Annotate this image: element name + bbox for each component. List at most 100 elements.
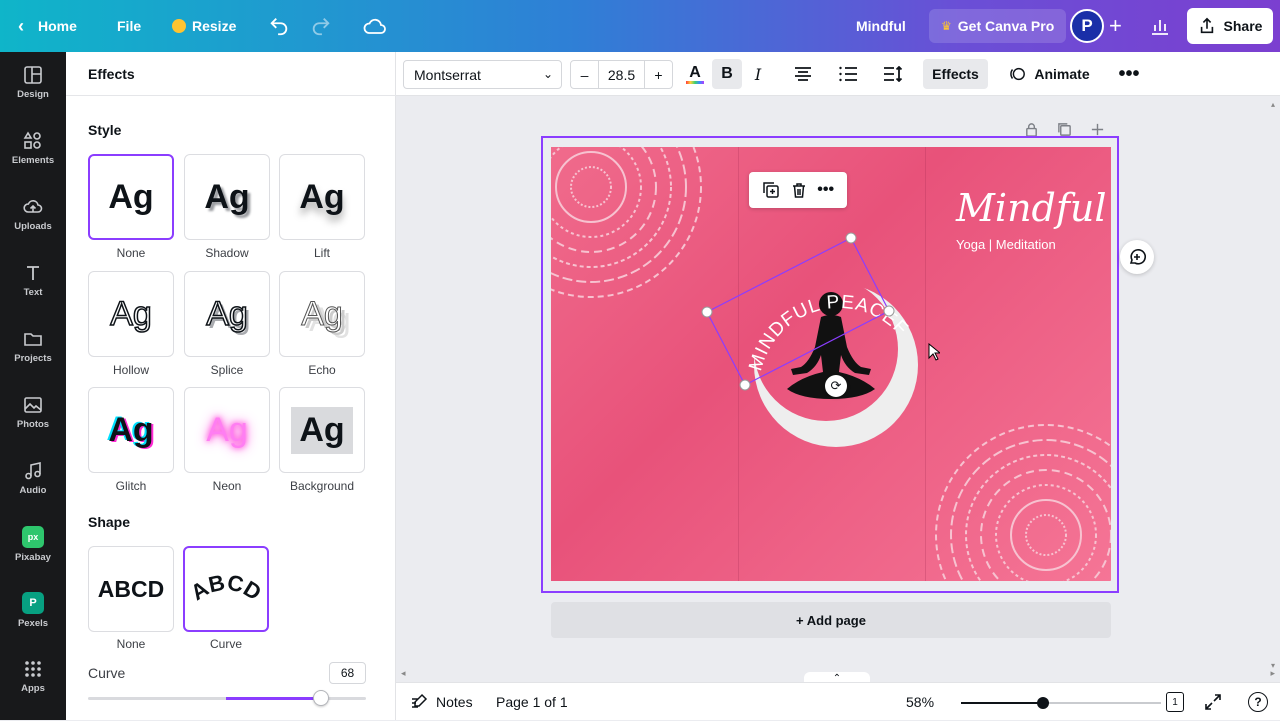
trash-icon[interactable] xyxy=(790,181,808,199)
rail-item-pixabay[interactable]: px Pixabay xyxy=(0,514,66,574)
animate-button[interactable]: Animate xyxy=(1006,59,1092,89)
notes-button[interactable]: Notes xyxy=(410,683,473,721)
get-pro-button[interactable]: ♛ Get Canva Pro xyxy=(929,9,1067,43)
style-neon-tile[interactable]: Ag xyxy=(184,387,270,473)
crown-icon xyxy=(172,19,186,33)
rail-item-text[interactable]: Text xyxy=(0,250,66,310)
fullscreen-icon[interactable] xyxy=(1204,683,1222,721)
cloud-save-icon[interactable] xyxy=(363,0,387,52)
rail-label: Design xyxy=(17,88,49,100)
bold-button[interactable]: B xyxy=(712,59,742,89)
rotate-handle-icon[interactable]: ⟳ xyxy=(825,375,847,397)
style-echo-tile[interactable]: Ag xyxy=(279,271,365,357)
style-sample: Ag xyxy=(204,177,250,216)
font-size-input[interactable]: 28.5 xyxy=(599,61,644,88)
rail-label: Pexels xyxy=(17,617,49,629)
text-selection-box[interactable] xyxy=(700,230,900,395)
shape-label: Curve xyxy=(209,637,242,651)
resize-button[interactable]: Resize xyxy=(172,0,236,52)
file-menu[interactable]: File xyxy=(117,0,141,52)
mandala-top-left[interactable] xyxy=(551,147,711,307)
style-background-tile[interactable]: Ag xyxy=(279,387,365,473)
animate-icon xyxy=(1010,67,1026,81)
document-title[interactable]: Mindful xyxy=(856,0,906,52)
pexels-icon: P xyxy=(22,591,44,614)
undo-icon[interactable] xyxy=(268,0,290,52)
add-people-icon[interactable]: + xyxy=(1109,0,1122,52)
rail-item-apps[interactable]: Apps xyxy=(0,646,66,706)
more-icon[interactable]: ••• xyxy=(817,181,834,199)
rail-item-pexels[interactable]: P Pexels xyxy=(0,580,66,640)
image-icon xyxy=(24,396,42,413)
effects-panel: Effects Style Ag None Ag Shadow Ag Lift … xyxy=(66,52,396,720)
resize-label: Resize xyxy=(192,18,237,34)
shape-section-title: Shape xyxy=(88,514,131,530)
side-rail: Design Elements Uploads Text Projects Ph… xyxy=(0,52,66,720)
home-button[interactable]: ‹ Home xyxy=(18,0,77,52)
curve-slider-thumb[interactable] xyxy=(313,690,329,706)
text-color-button[interactable]: A xyxy=(682,59,708,89)
style-label: Hollow xyxy=(112,363,149,377)
style-none-tile[interactable]: Ag xyxy=(88,154,174,240)
vertical-scrollbar[interactable]: ▴ ▾ xyxy=(1271,100,1280,670)
add-page-icon[interactable] xyxy=(1090,122,1105,137)
italic-button[interactable]: I xyxy=(746,59,770,89)
rail-item-elements[interactable]: Elements xyxy=(0,118,66,178)
style-glitch-tile[interactable]: Ag xyxy=(88,387,174,473)
increase-font-size-button[interactable]: + xyxy=(644,61,672,88)
duplicate-icon[interactable] xyxy=(762,181,780,199)
style-splice-tile[interactable]: Ag xyxy=(184,271,270,357)
text-toolbar: Montserrat ⌄ – 28.5 + A B I Effects Anim… xyxy=(396,52,1280,96)
list-icon[interactable] xyxy=(835,59,861,89)
align-center-icon[interactable] xyxy=(790,59,816,89)
get-pro-label: Get Canva Pro xyxy=(957,18,1055,34)
mandala-bottom-right[interactable] xyxy=(926,415,1111,581)
help-button[interactable]: ? xyxy=(1248,683,1268,721)
canvas-title-text[interactable]: Mindful xyxy=(956,186,1107,230)
add-page-button[interactable]: + Add page xyxy=(551,602,1111,638)
zoom-slider-thumb[interactable] xyxy=(1037,697,1049,709)
resize-handle xyxy=(701,306,713,318)
rail-label: Pixabay xyxy=(15,551,51,563)
comment-add-icon xyxy=(1129,249,1146,265)
decrease-font-size-button[interactable]: – xyxy=(571,61,599,88)
style-sample: Ag xyxy=(206,410,248,449)
style-section-title: Style xyxy=(88,122,122,138)
effects-button[interactable]: Effects xyxy=(923,59,988,89)
rail-item-photos[interactable]: Photos xyxy=(0,382,66,442)
style-sample: Ag xyxy=(299,177,345,216)
notes-label: Notes xyxy=(436,694,473,710)
page-indicator[interactable]: Page 1 of 1 xyxy=(496,683,568,721)
page-grid-button[interactable]: 1 xyxy=(1166,683,1184,721)
style-sample: Ag xyxy=(205,294,248,334)
style-label: Shadow xyxy=(205,246,249,260)
rail-item-projects[interactable]: Projects xyxy=(0,316,66,376)
more-options-icon[interactable]: ••• xyxy=(1114,59,1144,89)
rail-item-design[interactable]: Design xyxy=(0,52,66,112)
share-icon xyxy=(1200,17,1213,34)
apps-grid-icon xyxy=(25,660,41,677)
duplicate-page-icon[interactable] xyxy=(1057,122,1072,137)
font-family-select[interactable]: Montserrat ⌄ xyxy=(403,60,562,89)
insights-icon[interactable] xyxy=(1150,0,1170,52)
style-shadow-tile[interactable]: Ag xyxy=(184,154,270,240)
lock-icon[interactable] xyxy=(1024,122,1039,137)
rail-item-audio[interactable]: Audio xyxy=(0,448,66,508)
chevron-left-icon: ‹ xyxy=(18,15,24,36)
rail-item-uploads[interactable]: Uploads xyxy=(0,184,66,244)
curve-sample: ABCD xyxy=(186,570,265,606)
share-button[interactable]: Share xyxy=(1187,8,1273,44)
rail-label: Text xyxy=(23,286,43,298)
style-hollow-tile[interactable]: Ag xyxy=(88,271,174,357)
comment-button[interactable] xyxy=(1120,240,1154,274)
redo-icon[interactable] xyxy=(310,0,332,52)
shape-none-tile[interactable]: ABCD xyxy=(88,546,174,632)
style-label: Splice xyxy=(210,363,244,377)
zoom-percent[interactable]: 58% xyxy=(906,683,934,721)
style-lift-tile[interactable]: Ag xyxy=(279,154,365,240)
avatar[interactable]: P xyxy=(1070,9,1104,43)
curve-value-input[interactable]: 68 xyxy=(329,662,366,684)
shape-curve-tile[interactable]: ABCD xyxy=(183,546,269,632)
canvas-subtitle-text[interactable]: Yoga | Meditation xyxy=(956,237,1056,252)
spacing-icon[interactable] xyxy=(880,59,906,89)
